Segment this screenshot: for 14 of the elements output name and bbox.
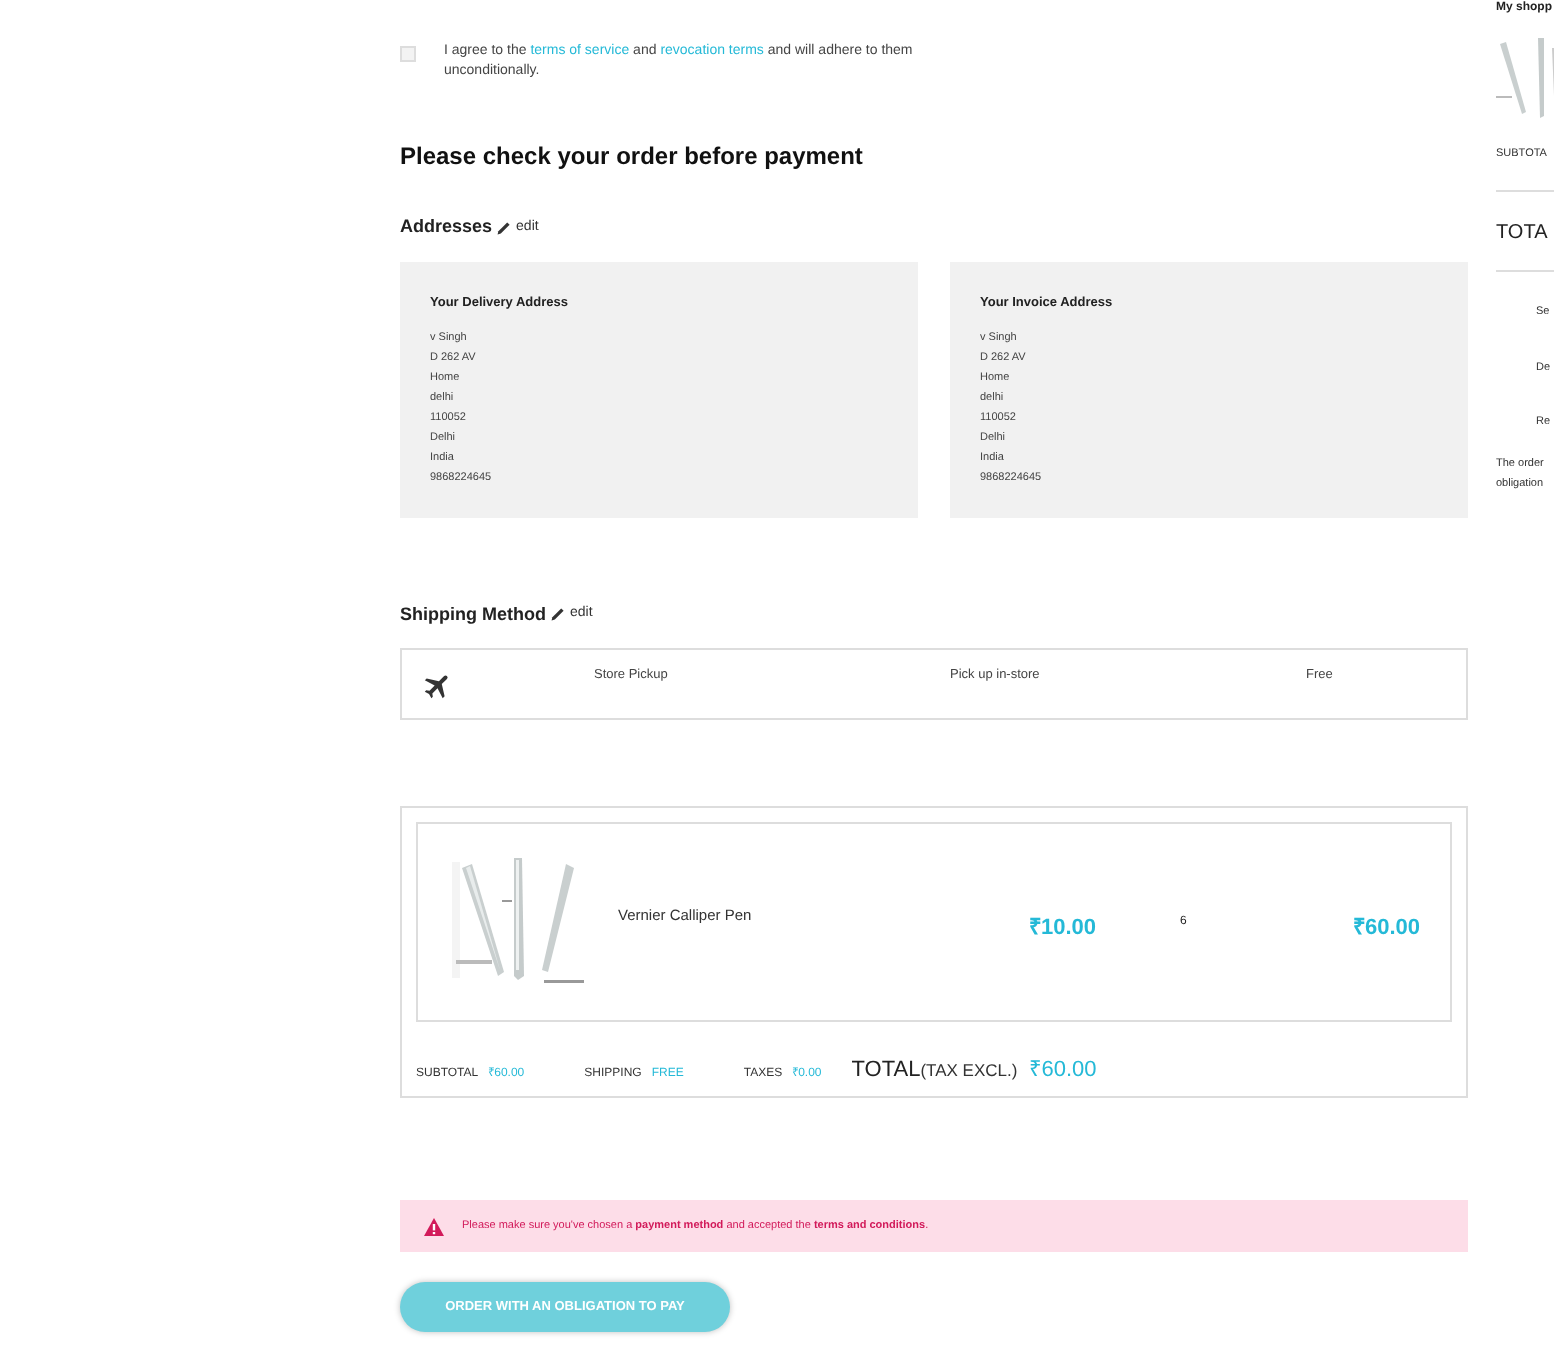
- unit-price: ₹10.00: [1026, 913, 1096, 944]
- section-title: Addresses: [400, 214, 493, 240]
- pencil-icon: [549, 606, 566, 623]
- total-value: ₹60.00: [1029, 1056, 1097, 1086]
- section-heading: Please check your order before payment: [400, 140, 865, 174]
- warning-icon: [424, 1217, 444, 1235]
- airplane-icon: [422, 670, 454, 702]
- section-title: Shipping Method: [400, 601, 546, 628]
- pencil-icon: [496, 219, 513, 236]
- line-total: ₹60.00: [1352, 913, 1420, 944]
- total-note: (TAX EXCL.): [920, 1058, 1018, 1084]
- sidebar-total: TOTA: [1496, 220, 1550, 249]
- total-label: TOTAL: [851, 1056, 921, 1086]
- checkbox[interactable]: [400, 46, 416, 62]
